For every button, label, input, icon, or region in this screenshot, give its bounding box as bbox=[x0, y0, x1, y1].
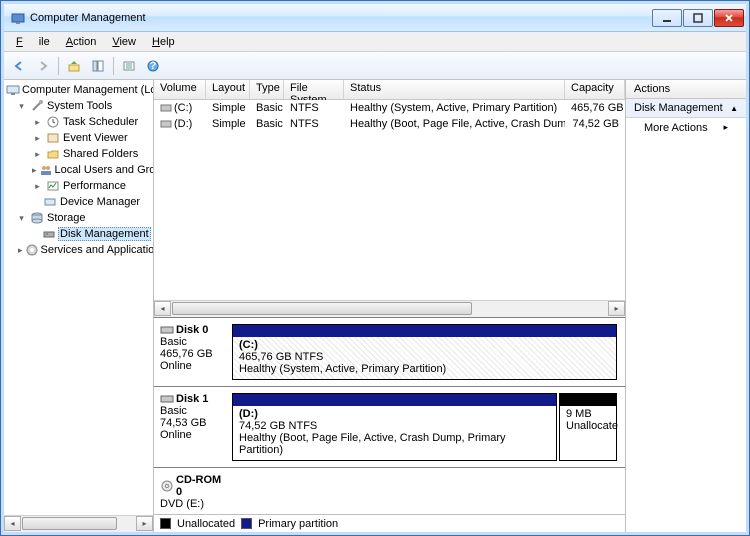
disk-row[interactable]: Disk 1 Basic 74,53 GB Online (D:) 74,52 … bbox=[154, 386, 625, 467]
event-icon bbox=[45, 130, 61, 146]
disk-row[interactable]: CD-ROM 0 DVD (E:) No Media bbox=[154, 467, 625, 514]
tree-disk-management[interactable]: Disk Management bbox=[4, 226, 153, 242]
legend: Unallocated Primary partition bbox=[154, 514, 625, 532]
expand-icon[interactable]: ▸ bbox=[32, 133, 43, 144]
minimize-button[interactable] bbox=[652, 9, 682, 27]
forward-button[interactable] bbox=[32, 55, 54, 77]
disk-info: Disk 0 Basic 465,76 GB Online bbox=[160, 324, 228, 380]
menubar: File Action View Help bbox=[4, 32, 746, 52]
app-icon bbox=[10, 10, 26, 26]
scroll-thumb[interactable] bbox=[22, 517, 117, 530]
menu-view[interactable]: View bbox=[104, 34, 144, 50]
window: Computer Management File Action View Hel… bbox=[0, 0, 750, 536]
content-area: Computer Management (Local ▾ System Tool… bbox=[4, 80, 746, 532]
up-button[interactable] bbox=[63, 55, 85, 77]
disk-icon bbox=[42, 226, 56, 242]
legend-label: Unallocated bbox=[177, 518, 235, 530]
clock-icon bbox=[45, 114, 61, 130]
menu-action[interactable]: Action bbox=[58, 34, 105, 50]
tree-device-manager[interactable]: Device Manager bbox=[4, 194, 153, 210]
actions-section[interactable]: Disk Management ▲ bbox=[626, 99, 746, 118]
tree-local-users[interactable]: ▸Local Users and Groups bbox=[4, 162, 153, 178]
svg-text:?: ? bbox=[150, 60, 157, 72]
actions-header: Actions bbox=[626, 80, 746, 99]
col-status[interactable]: Status bbox=[344, 80, 565, 99]
titlebar[interactable]: Computer Management bbox=[4, 4, 746, 32]
menu-file[interactable]: File bbox=[8, 34, 58, 50]
expand-icon[interactable]: ▸ bbox=[32, 117, 43, 128]
nav-tree[interactable]: Computer Management (Local ▾ System Tool… bbox=[4, 80, 154, 532]
expand-icon[interactable]: ▸ bbox=[32, 149, 43, 160]
disk-info: Disk 1 Basic 74,53 GB Online bbox=[160, 393, 228, 461]
partition[interactable]: (D:) 74,52 GB NTFS Healthy (Boot, Page F… bbox=[232, 393, 557, 461]
disk-icon bbox=[160, 324, 174, 336]
expand-icon[interactable]: ▸ bbox=[32, 165, 37, 176]
disk-graphical-view[interactable]: Disk 0 Basic 465,76 GB Online (C:) 465,7… bbox=[154, 317, 625, 514]
help-button[interactable]: ? bbox=[142, 55, 164, 77]
scroll-left-button[interactable]: ◂ bbox=[4, 516, 21, 531]
collapse-icon[interactable]: ▾ bbox=[16, 101, 27, 112]
actions-more[interactable]: More Actions ▸ bbox=[626, 118, 746, 138]
services-icon bbox=[25, 242, 39, 258]
tree-services-apps[interactable]: ▸Services and Applications bbox=[4, 242, 153, 258]
tools-icon bbox=[29, 98, 45, 114]
scroll-thumb[interactable] bbox=[172, 302, 472, 315]
toolbar: ? bbox=[4, 52, 746, 80]
back-button[interactable] bbox=[8, 55, 30, 77]
volume-list-header: Volume Layout Type File System Status Ca… bbox=[154, 80, 625, 100]
perf-icon bbox=[45, 178, 61, 194]
tree-event-viewer[interactable]: ▸Event Viewer bbox=[4, 130, 153, 146]
tree-hscrollbar[interactable]: ◂ ▸ bbox=[4, 515, 153, 532]
show-hide-button[interactable] bbox=[87, 55, 109, 77]
collapse-icon[interactable]: ▾ bbox=[16, 213, 27, 224]
disk-row[interactable]: Disk 0 Basic 465,76 GB Online (C:) 465,7… bbox=[154, 317, 625, 386]
folder-icon bbox=[45, 146, 61, 162]
collapse-icon[interactable]: ▲ bbox=[730, 104, 738, 113]
volume-icon bbox=[160, 102, 172, 114]
col-layout[interactable]: Layout bbox=[206, 80, 250, 99]
disk-info: CD-ROM 0 DVD (E:) No Media bbox=[160, 474, 228, 514]
tree-task-scheduler[interactable]: ▸Task Scheduler bbox=[4, 114, 153, 130]
menu-help[interactable]: Help bbox=[144, 34, 183, 50]
cdrom-icon bbox=[160, 479, 174, 493]
col-capacity[interactable]: Capacity bbox=[565, 80, 625, 99]
tree-shared-folders[interactable]: ▸Shared Folders bbox=[4, 146, 153, 162]
legend-swatch-primary bbox=[241, 518, 252, 529]
window-title: Computer Management bbox=[30, 12, 651, 24]
device-icon bbox=[42, 194, 58, 210]
table-row[interactable]: (C:) Simple Basic NTFS Healthy (System, … bbox=[154, 100, 625, 116]
scroll-right-button[interactable]: ▸ bbox=[608, 301, 625, 316]
scroll-left-button[interactable]: ◂ bbox=[154, 301, 171, 316]
tree-storage[interactable]: ▾Storage bbox=[4, 210, 153, 226]
col-volume[interactable]: Volume bbox=[154, 80, 206, 99]
close-button[interactable] bbox=[714, 9, 744, 27]
tree-performance[interactable]: ▸Performance bbox=[4, 178, 153, 194]
legend-label: Primary partition bbox=[258, 518, 338, 530]
legend-swatch-unallocated bbox=[160, 518, 171, 529]
tree-system-tools[interactable]: ▾ System Tools bbox=[4, 98, 153, 114]
tree-root[interactable]: Computer Management (Local bbox=[4, 82, 153, 98]
scroll-right-button[interactable]: ▸ bbox=[136, 516, 153, 531]
storage-icon bbox=[29, 210, 45, 226]
volume-list[interactable]: (C:) Simple Basic NTFS Healthy (System, … bbox=[154, 100, 625, 300]
col-type[interactable]: Type bbox=[250, 80, 284, 99]
table-row[interactable]: (D:) Simple Basic NTFS Healthy (Boot, Pa… bbox=[154, 116, 625, 132]
volume-icon bbox=[160, 118, 172, 130]
expand-icon[interactable]: ▸ bbox=[32, 181, 43, 192]
disk-icon bbox=[160, 393, 174, 405]
col-fs[interactable]: File System bbox=[284, 80, 344, 99]
refresh-button[interactable] bbox=[118, 55, 140, 77]
chevron-right-icon: ▸ bbox=[723, 122, 728, 134]
main-panel: Volume Layout Type File System Status Ca… bbox=[154, 80, 626, 532]
partition-unallocated[interactable]: 9 MB Unallocate bbox=[559, 393, 617, 461]
expand-icon[interactable]: ▸ bbox=[18, 245, 23, 256]
actions-pane: Actions Disk Management ▲ More Actions ▸ bbox=[626, 80, 746, 532]
users-icon bbox=[39, 162, 53, 178]
maximize-button[interactable] bbox=[683, 9, 713, 27]
list-hscrollbar[interactable]: ◂ ▸ bbox=[154, 300, 625, 317]
partition[interactable]: (C:) 465,76 GB NTFS Healthy (System, Act… bbox=[232, 324, 617, 380]
computer-icon bbox=[6, 82, 20, 98]
